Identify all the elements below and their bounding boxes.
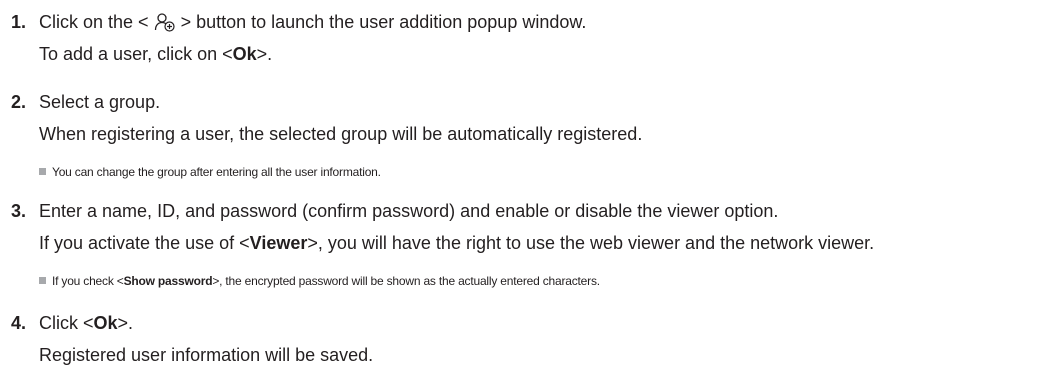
step-text: Click <Ok>. [39,313,134,333]
step-text: If you activate the use of <Viewer>, you… [39,233,875,253]
note-bullet-icon [39,277,46,284]
step-number: 3. [11,201,27,221]
step-number: 4. [11,313,27,333]
step-number: 1. [11,12,27,32]
step-text: Select a group. [39,92,161,112]
step-text: To add a user, click on <Ok>. [39,44,273,64]
note-bullet-icon [39,168,46,175]
instruction-document: 1. Click on the < > button to launch the… [0,0,1041,384]
step-text: Registered user information will be save… [39,345,374,365]
step-text: When registering a user, the selected gr… [39,124,643,144]
step-text: Enter a name, ID, and password (confirm … [39,201,779,221]
add-user-icon [154,12,176,32]
step-number: 2. [11,92,27,112]
note: You can change the group after entering … [39,164,381,180]
note: If you check <Show password>, the encryp… [39,273,600,289]
step-text: Click on the < > button to launch the us… [39,12,587,32]
